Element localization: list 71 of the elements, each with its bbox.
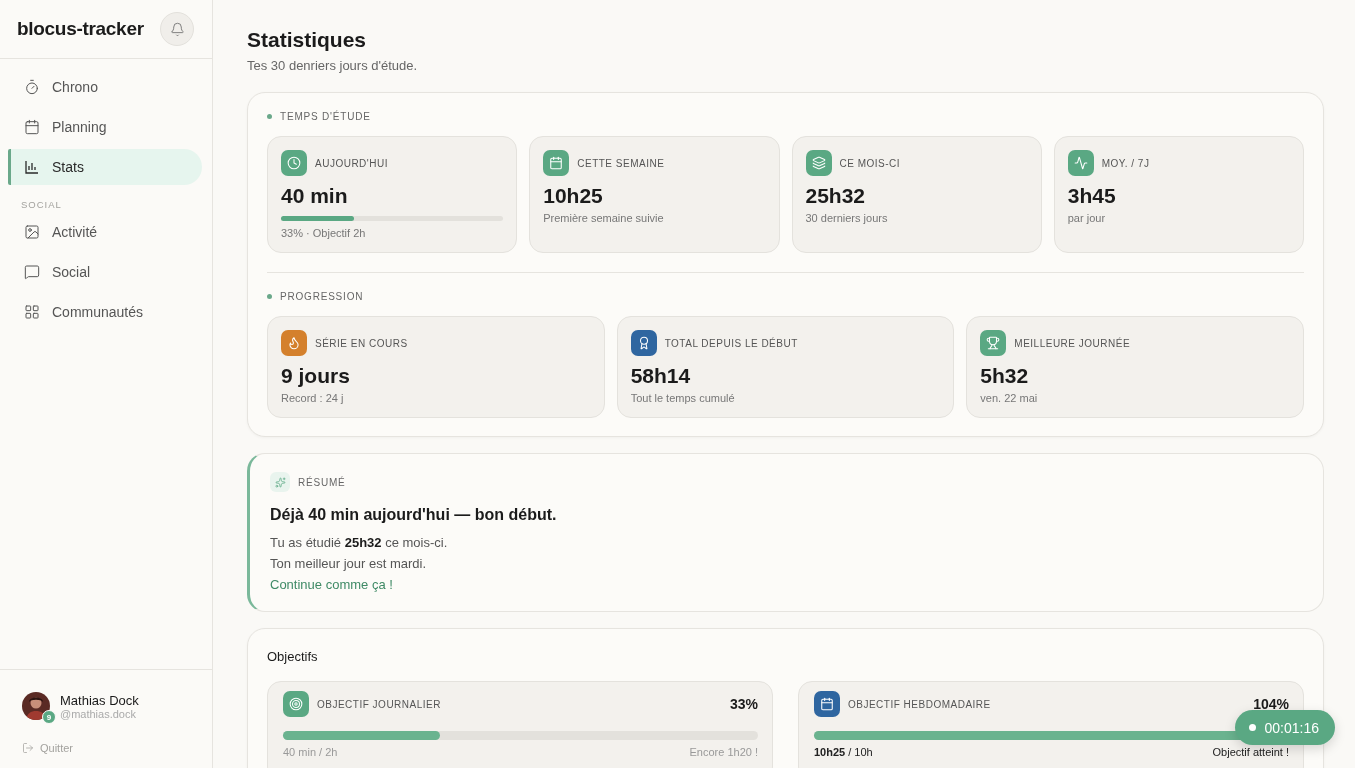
user-handle: @mathias.dock (60, 707, 137, 720)
flame-icon (287, 336, 301, 350)
goal-percent: 104% (1253, 696, 1289, 712)
message-icon (24, 264, 40, 280)
summary-text: Ton meilleur jour est mardi. (270, 555, 428, 573)
nav-item[interactable]: Social (8, 254, 202, 290)
stat-caption: Record : 24 j (281, 392, 345, 404)
stat-label: CETTE SEMAINE (577, 157, 665, 169)
nav-item[interactable]: Planning (8, 109, 202, 145)
stat-caption: par jour (1067, 212, 1107, 224)
calendar-icon (820, 697, 834, 711)
stat-label: TOTAL DEPUIS LE DÉBUT (664, 337, 798, 349)
stat-caption: Première semaine suivie (543, 212, 665, 224)
logout-icon (22, 742, 34, 754)
stat-value: 25h32 (805, 184, 867, 208)
summary-label: RÉSUMÉ (298, 476, 346, 488)
grid-icon (24, 304, 40, 320)
goal-note: Encore 1h20 ! (689, 746, 758, 758)
goal-note: Objectif atteint ! (1212, 746, 1289, 758)
bullet-dot (267, 294, 272, 299)
goal-progress: 10h25 / 10h (814, 746, 873, 758)
level-badge: 9 (42, 710, 56, 724)
user-name: Mathias Dock (60, 692, 139, 708)
nav-item[interactable]: Communautés (8, 294, 202, 330)
stat-caption: Tout le temps cumulé (630, 392, 736, 404)
stat-value: 3h45 (1067, 184, 1117, 208)
pulse-icon (1073, 156, 1088, 170)
bell-icon (169, 21, 185, 37)
clock-icon (287, 156, 301, 170)
stat-label: CE MOIS-CI (839, 157, 901, 169)
stat-value: 5h32 (980, 364, 1030, 388)
section-label: SOCIAL (20, 198, 63, 212)
goal-progress: 40 min / 2h (283, 746, 338, 758)
stat-caption: 30 derniers jours (805, 212, 889, 224)
app-logo: blocus-tracker (17, 18, 144, 40)
stat-caption: ven. 22 mai (980, 392, 1039, 404)
stat-value: 9 jours (281, 364, 351, 388)
stat-label: AUJOURD'HUI (315, 157, 388, 169)
stat-label: MOY. / 7J (1101, 157, 1150, 169)
section-heading: TEMPS D'ÉTUDE (280, 111, 371, 122)
trophy-icon (986, 336, 1001, 350)
layers-icon (811, 156, 826, 170)
calendar-icon (24, 119, 40, 135)
stat-value: 40 min (281, 184, 349, 208)
stat-label: SÉRIE EN COURS (315, 337, 408, 349)
stopwatch-icon (24, 79, 40, 95)
goal-percent: 33% (729, 696, 758, 712)
page-title: Statistiques (247, 28, 368, 52)
bullet-dot (267, 114, 272, 119)
calendar-icon (549, 156, 564, 170)
nav-item[interactable]: Chrono (8, 69, 202, 105)
goal-label: OBJECTIF HEBDOMADAIRE (848, 698, 991, 710)
notifications-button[interactable] (160, 12, 194, 46)
nav-item[interactable]: Activité (8, 214, 202, 250)
goals-title: Objectifs (267, 649, 319, 664)
stat-value: 58h14 (630, 364, 692, 388)
nav-item[interactable]: Stats (8, 149, 202, 185)
stat-label: MEILLEURE JOURNÉE (1014, 337, 1131, 349)
page-subtitle: Tes 30 denriers jours d'étude. (247, 58, 419, 73)
encouragement-link[interactable]: Continue comme ça ! (270, 574, 393, 595)
stat-value: 10h25 (543, 184, 604, 208)
summary-headline: Déjà 40 min aujourd'hui — bon début. (270, 506, 558, 524)
goal-label: OBJECTIF JOURNALIER (317, 698, 441, 710)
recording-dot (1248, 724, 1256, 731)
section-heading: PROGRESSION (280, 291, 364, 302)
summary-text: Tu as étudié 25h32 ce mois-ci. (270, 534, 449, 552)
image-icon (24, 224, 40, 240)
stat-caption: 33% · Objectif 2h (281, 227, 367, 239)
target-icon (289, 697, 303, 711)
bar-chart-icon (24, 159, 40, 175)
sparkle-icon (270, 472, 290, 492)
